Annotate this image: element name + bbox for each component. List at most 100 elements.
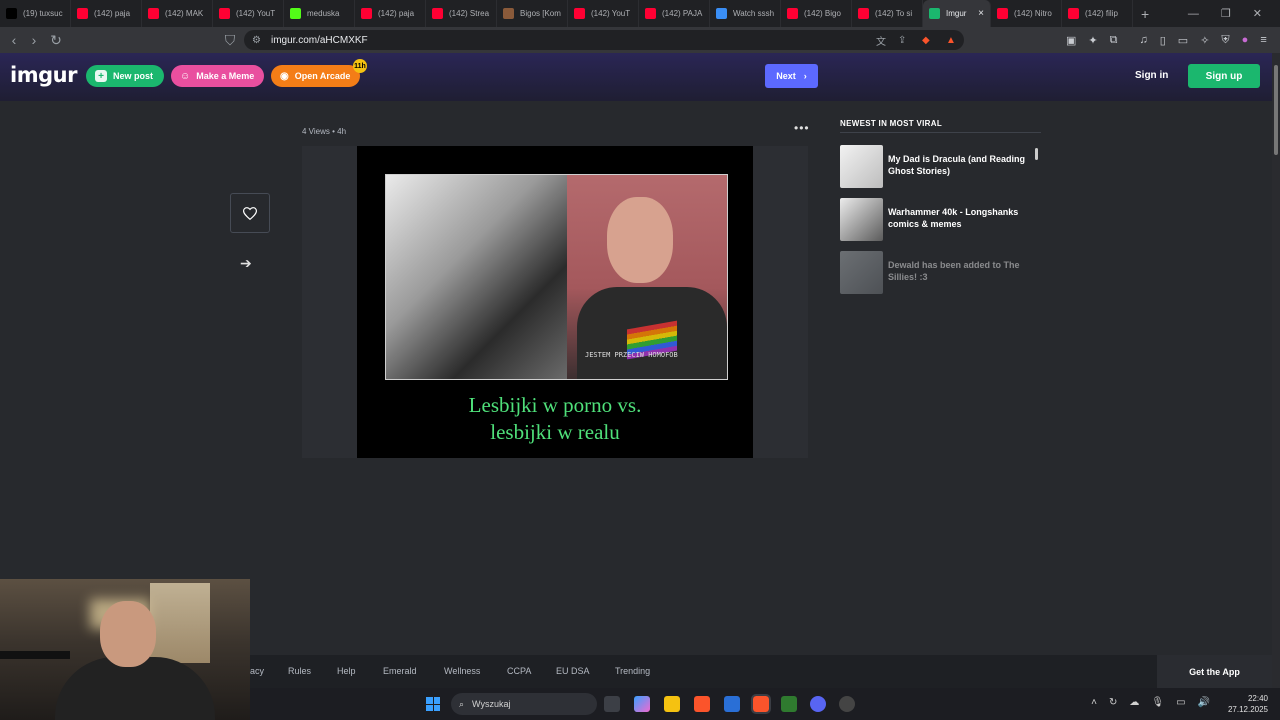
browser-tab[interactable]: Watch sssh [710,0,781,27]
browser-tab[interactable]: Imgur × [923,0,991,27]
tab-label: (142) Nitro [1014,9,1052,18]
open-arcade-button[interactable]: ◉ Open Arcade [271,65,360,87]
tray-chevron-icon[interactable]: ˄ [1091,697,1097,708]
share-icon[interactable]: ⇪ [898,35,906,46]
windows-start-icon[interactable] [426,697,440,711]
sign-up-button[interactable]: Sign up [1188,64,1260,88]
reload-icon[interactable]: ↻ [46,32,66,49]
close-window-icon[interactable]: ✕ [1253,7,1262,20]
tray-mic-icon[interactable]: 🎙 [1151,697,1164,708]
make-meme-button[interactable]: ☺ Make a Meme [171,65,264,87]
sidebar-post[interactable]: My Dad is Dracula (and Reading Ghost Sto… [840,145,1041,189]
browser-tab[interactable]: (142) paja [71,0,142,27]
minimize-icon[interactable]: — [1188,8,1199,20]
discord-icon[interactable] [810,696,826,712]
close-tab-icon[interactable]: × [978,8,984,19]
meme-photo-frame: JESTEM PRZECIW HOMOFOB [385,174,728,380]
youtube-icon [787,8,798,19]
browser-tab[interactable]: (142) YouT [568,0,639,27]
share-arrow-icon[interactable]: ➔ [240,255,252,272]
leo-icon[interactable]: ✧ [1200,34,1209,47]
footer-link-rules[interactable]: Rules [288,666,311,676]
extension-icon[interactable]: ▣ [1066,34,1076,47]
browser-tab[interactable]: (142) Strea [426,0,497,27]
browser-tab[interactable]: (142) Nitro [991,0,1062,27]
tab-label: (142) To si [875,9,913,18]
footer-link-help[interactable]: Help [337,666,356,676]
bookmark-icon[interactable]: ⛉ [220,32,240,49]
brave-active-icon[interactable] [751,694,771,714]
sidebar-post-title: My Dad is Dracula (and Reading Ghost Sto… [888,154,1026,176]
browser-tab[interactable]: (142) paja [355,0,426,27]
sidebar-post[interactable]: Dewald has been added to The Sillies! :3 [840,251,1041,295]
post-image[interactable]: JESTEM PRZECIW HOMOFOB Lesbijki w porno … [357,146,753,458]
browser-tab[interactable]: Bigos [Kom [497,0,568,27]
brave-shield-icon[interactable]: ◆ [922,35,930,46]
tab-label: (142) YouT [236,9,276,18]
browser-tab[interactable]: (142) MAK [142,0,213,27]
sidebar-icon[interactable]: ▯ [1160,34,1166,47]
tab-label: meduska [307,9,340,18]
sidebar-post-title: Dewald has been added to The Sillies! :3 [888,260,1020,282]
page-scrollbar[interactable] [1272,53,1280,688]
youtube-icon [148,8,159,19]
vpn-icon[interactable]: ⛨ [1221,34,1229,47]
tray-volume-icon[interactable]: 🔊 [1198,697,1210,708]
tab-label: (142) paja [94,9,131,18]
next-button[interactable]: Next › [765,64,818,88]
sign-in-link[interactable]: Sign in [1135,70,1168,81]
url-bar[interactable]: ⚙ imgur.com/aHCMXKF 文 ⇪ ◆ ▲ [244,30,964,50]
imgur-logo[interactable]: imgur [10,63,77,87]
footer-link-privacy[interactable]: acy [250,666,264,676]
wallet-icon[interactable]: ▭ [1178,34,1188,47]
store-icon[interactable] [724,696,740,712]
minecraft-icon[interactable] [781,696,797,712]
taskbar-search[interactable]: ⌕ Wyszukaj [451,693,597,715]
browser-tab[interactable]: meduska [284,0,355,27]
page-scroll-thumb[interactable] [1274,65,1278,155]
tray-display-icon[interactable]: ▭ [1176,697,1185,708]
file-explorer-icon[interactable] [664,696,680,712]
taskbar-search-placeholder: Wyszukaj [472,699,511,709]
new-tab-button[interactable]: + [1141,6,1149,22]
browser-tab[interactable]: (19) tuxsuc [0,0,71,27]
footer-link-eu-dsa[interactable]: EU DSA [556,666,590,676]
restore-icon[interactable]: ❐ [1221,7,1231,20]
back-icon[interactable]: ‹ [4,32,24,48]
chevron-right-icon: › [803,71,807,81]
like-button[interactable] [230,193,270,233]
footer-link-trending[interactable]: Trending [615,666,650,676]
task-view-icon[interactable] [604,696,620,712]
brave-rewards-icon[interactable]: ▲ [946,35,956,46]
menu-icon[interactable]: ≡ [1260,34,1266,46]
sidebar-scroll-handle[interactable] [1035,148,1038,160]
youtube-icon [574,8,585,19]
tray-network-icon[interactable]: ☁ [1129,697,1139,708]
site-info-icon[interactable]: ⚙ [252,35,261,46]
footer-link-emerald[interactable]: Emerald [383,666,417,676]
browser-tab[interactable]: (142) YouT [213,0,284,27]
sidebar-divider [840,132,1041,133]
profile-icon[interactable]: ● [1242,34,1249,46]
translate-icon[interactable]: 文 [876,33,886,48]
tab-label: (142) PAJA [662,9,703,18]
forward-icon[interactable]: › [24,32,44,48]
new-post-button[interactable]: + New post [86,65,164,87]
footer-link-ccpa[interactable]: CCPA [507,666,531,676]
browser-tab[interactable]: (142) Bigo [781,0,852,27]
sidebar-post[interactable]: Warhammer 40k - Longshanks comics & meme… [840,198,1041,242]
brave-icon[interactable] [694,696,710,712]
screenshot-icon[interactable]: ⧉ [1110,34,1118,47]
obs-icon[interactable] [839,696,855,712]
browser-tab[interactable]: (142) filip [1062,0,1133,27]
music-icon[interactable]: ♫ [1139,34,1147,46]
footer-link-wellness[interactable]: Wellness [444,666,480,676]
copilot-icon[interactable] [634,696,650,712]
tray-app-icon[interactable]: ↻ [1109,697,1117,708]
get-app-button[interactable]: Get the App [1157,655,1272,688]
more-options-icon[interactable]: ••• [794,121,810,135]
puzzle-icon[interactable]: ✦ [1088,34,1097,47]
browser-tab[interactable]: (142) PAJA [639,0,710,27]
taskbar-clock[interactable]: 22:40 27.12.2025 [1228,693,1268,715]
browser-tab[interactable]: (142) To si [852,0,923,27]
